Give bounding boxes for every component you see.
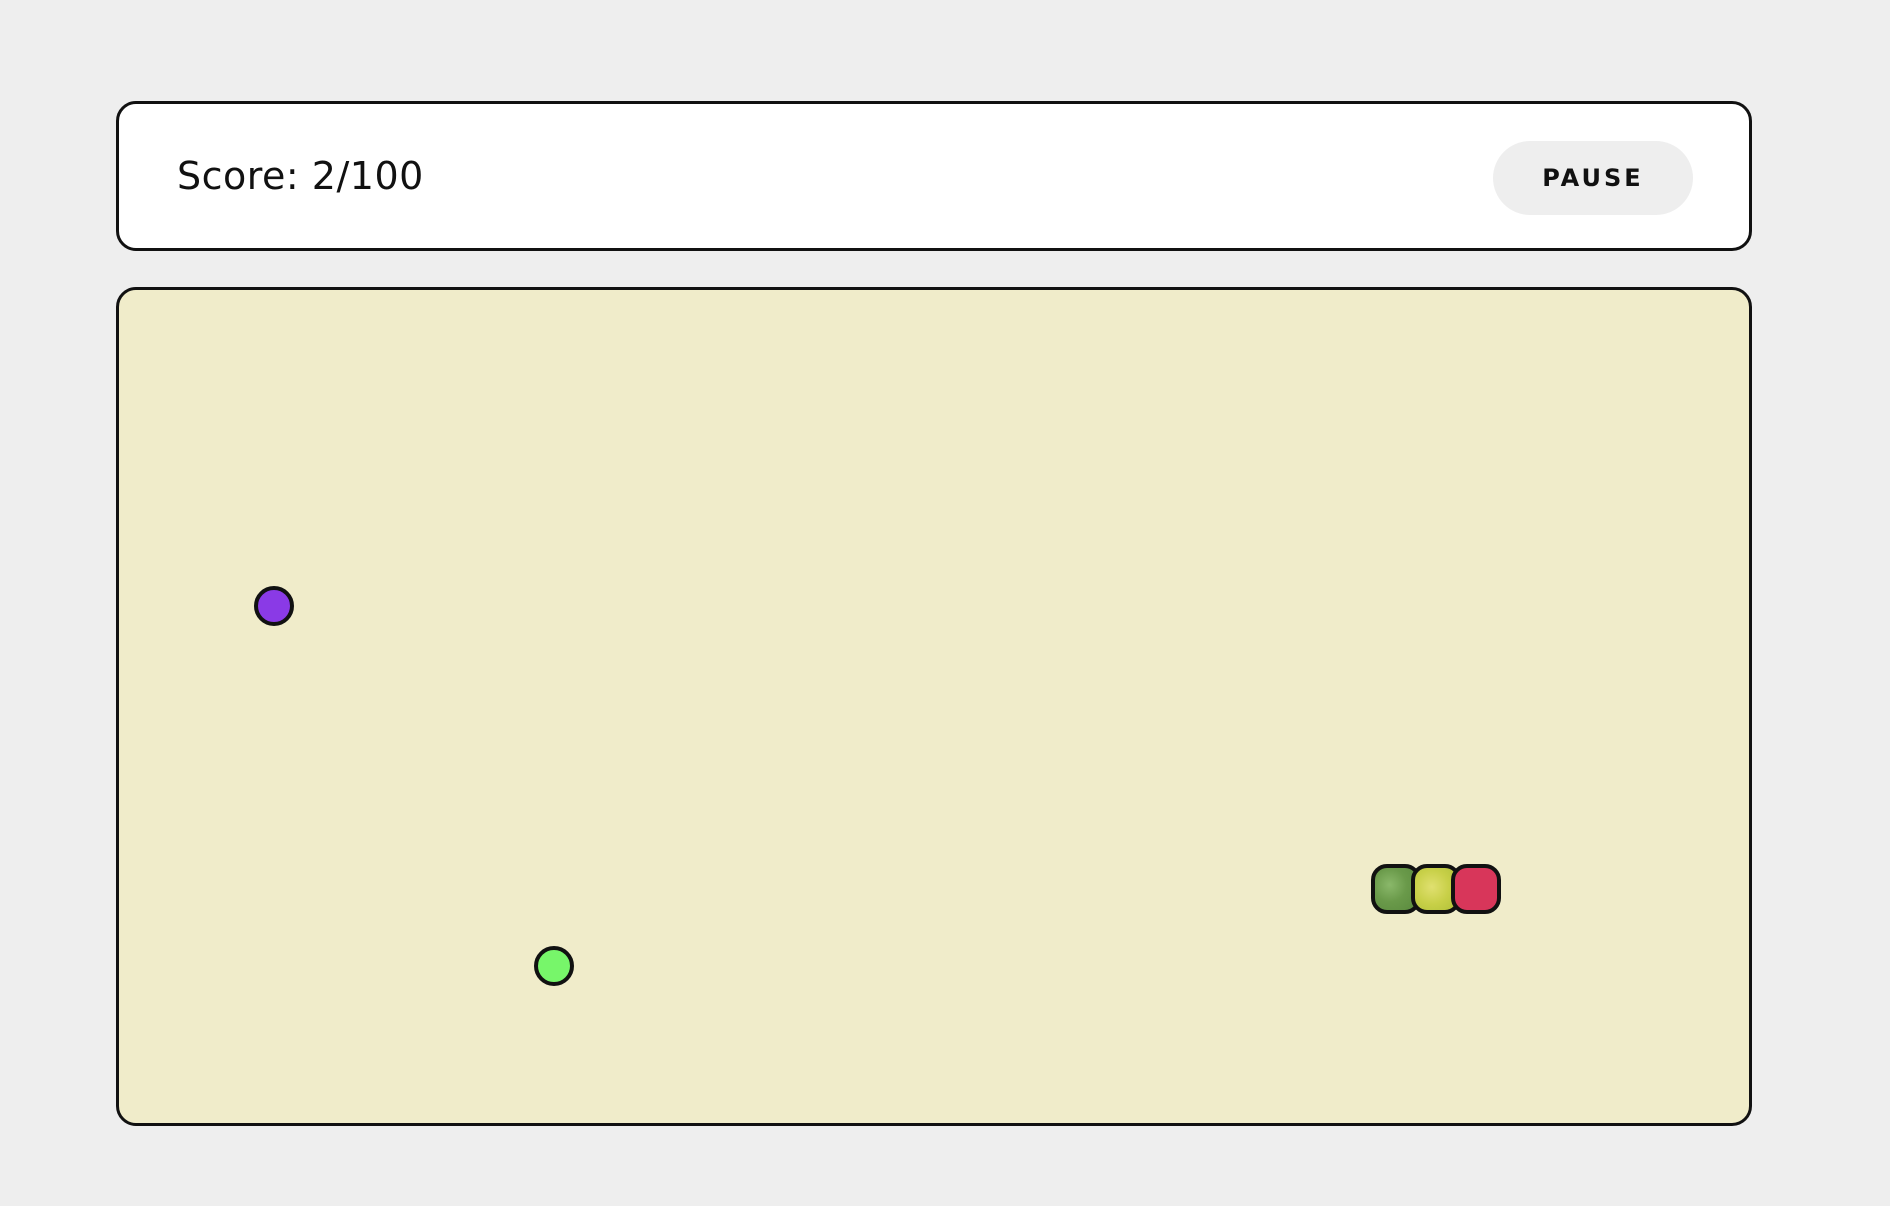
green-food-pellet [534,946,574,986]
snake-head [1451,864,1501,914]
score-panel: Score: 2/100 PAUSE [116,101,1752,251]
pause-button[interactable]: PAUSE [1493,141,1693,215]
score-display: Score: 2/100 [177,154,424,198]
game-board[interactable] [116,287,1752,1126]
purple-food-pellet [254,586,294,626]
